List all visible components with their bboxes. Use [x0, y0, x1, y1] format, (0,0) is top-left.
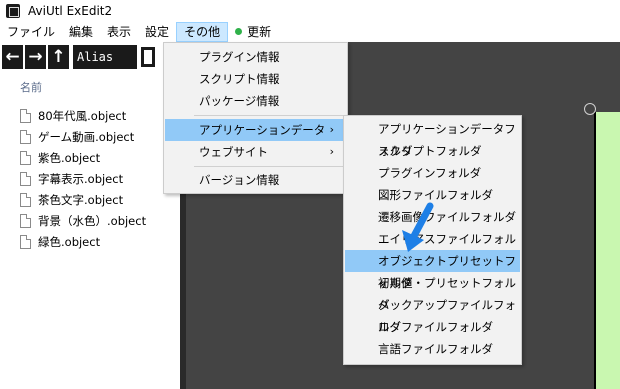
- list-item[interactable]: 字幕表示.object: [20, 168, 146, 189]
- document-icon: [20, 192, 31, 207]
- toolbar: ← → ↑ Alias: [0, 42, 180, 72]
- submenu-item-backup-folder[interactable]: バックアップファイルフォルダ: [345, 294, 520, 334]
- up-arrow-icon[interactable]: ↑: [48, 45, 69, 69]
- menu-separator: [194, 166, 346, 167]
- document-icon: [20, 234, 31, 249]
- menu-item-plugin-info[interactable]: プラグイン情報: [165, 46, 346, 68]
- menu-separator: [194, 115, 346, 116]
- menu-item-label: アプリケーションデータ: [199, 123, 326, 137]
- menu-edit[interactable]: 編集: [62, 22, 100, 42]
- file-name: 字幕表示.object: [38, 171, 124, 186]
- document-icon: [20, 129, 31, 144]
- green-object[interactable]: [594, 112, 620, 389]
- menu-file[interactable]: ファイル: [0, 22, 62, 42]
- document-icon: [20, 213, 31, 228]
- submenu-item-log-folder[interactable]: ログファイルフォルダ: [345, 316, 520, 338]
- list-item[interactable]: 80年代風.object: [20, 105, 146, 126]
- menu-settings[interactable]: 設定: [138, 22, 176, 42]
- green-dot-icon: [235, 28, 243, 35]
- menu-update[interactable]: 更新: [228, 22, 278, 42]
- menu-item-version-info[interactable]: バージョン情報: [165, 169, 346, 191]
- menu-item-website[interactable]: ウェブサイト ›: [165, 141, 346, 163]
- forward-arrow-icon[interactable]: →: [25, 45, 46, 69]
- file-name: 緑色.object: [38, 234, 101, 249]
- document-icon: [20, 150, 31, 165]
- submenu-item-language-folder[interactable]: 言語ファイルフォルダ: [345, 338, 520, 360]
- menu-update-label: 更新: [247, 25, 272, 39]
- menu-item-application-data[interactable]: アプリケーションデータ ›: [165, 119, 346, 141]
- menu-item-script-info[interactable]: スクリプト情報: [165, 68, 346, 90]
- submenu-item-default-preset-folder[interactable]: 初期値・プリセットフォルダ: [345, 272, 520, 312]
- list-item[interactable]: 背景（水色）.object: [20, 210, 146, 231]
- submenu-item-plugin-folder[interactable]: プラグインフォルダ: [345, 162, 520, 184]
- list-item[interactable]: 紫色.object: [20, 147, 146, 168]
- list-item[interactable]: 緑色.object: [20, 231, 146, 252]
- file-panel: 名前 80年代風.object ゲーム動画.object 紫色.object 字…: [0, 72, 180, 389]
- square-icon[interactable]: [141, 47, 155, 67]
- window-title: AviUtl ExEdit2: [28, 4, 113, 18]
- title-bar: AviUtl ExEdit2: [0, 0, 620, 22]
- chevron-right-icon: ›: [329, 145, 334, 158]
- menu-bar: ファイル 編集 表示 設定 その他 更新: [0, 22, 620, 42]
- rotation-handle[interactable]: [584, 103, 596, 115]
- file-name: 80年代風.object: [38, 108, 127, 123]
- file-name: ゲーム動画.object: [38, 129, 135, 144]
- submenu-item-script-folder[interactable]: スクリプトフォルダ: [345, 140, 520, 162]
- list-item[interactable]: 茶色文字.object: [20, 189, 146, 210]
- chevron-right-icon: ›: [329, 123, 334, 136]
- menu-other[interactable]: その他: [176, 22, 229, 42]
- menu-view[interactable]: 表示: [100, 22, 138, 42]
- menu-item-package-info[interactable]: パッケージ情報: [165, 90, 346, 112]
- document-icon: [20, 108, 31, 123]
- menu-item-label: ウェブサイト: [199, 145, 268, 159]
- document-icon: [20, 171, 31, 186]
- submenu-item-app-data-folder[interactable]: アプリケーションデータフォルダ: [345, 118, 520, 158]
- app-icon: [6, 4, 20, 18]
- file-name: 紫色.object: [38, 150, 101, 165]
- list-item[interactable]: ゲーム動画.object: [20, 126, 146, 147]
- file-name: 茶色文字.object: [38, 192, 124, 207]
- other-menu: プラグイン情報 スクリプト情報 パッケージ情報 アプリケーションデータ › ウェ…: [163, 42, 348, 194]
- alias-selector[interactable]: Alias: [73, 45, 137, 69]
- file-list: 80年代風.object ゲーム動画.object 紫色.object 字幕表示…: [20, 105, 146, 252]
- back-arrow-icon[interactable]: ←: [2, 45, 23, 69]
- blue-arrow-icon: [402, 202, 434, 252]
- file-name: 背景（水色）.object: [38, 213, 147, 228]
- name-column-header[interactable]: 名前: [20, 79, 42, 95]
